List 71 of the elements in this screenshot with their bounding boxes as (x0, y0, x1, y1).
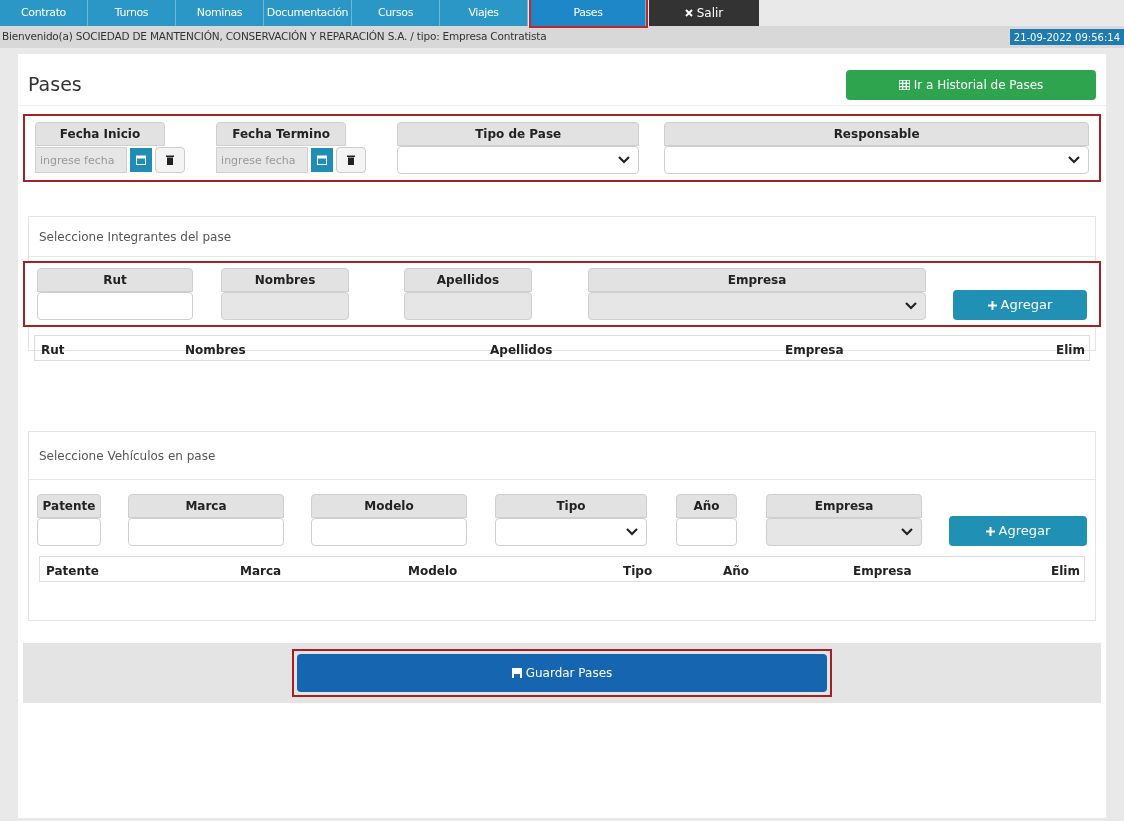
field-label: Empresa (588, 268, 926, 292)
field-label: Modelo (311, 494, 467, 518)
nav-tab[interactable]: Documentación (264, 0, 352, 26)
input-field[interactable] (311, 518, 467, 546)
datetime-badge: 21-09-2022 09:56:14 (1009, 29, 1124, 45)
page-title: Pases (28, 72, 82, 98)
nav-tab[interactable]: Pases (531, 0, 646, 26)
column-header: Apellidos (490, 342, 553, 359)
column-header: Nombres (185, 342, 246, 359)
column-header: Modelo (408, 563, 458, 580)
column-header: Patente (46, 563, 99, 580)
calendar-icon (136, 155, 146, 165)
add-button[interactable]: Agregar (953, 290, 1087, 320)
column-header: Empresa (785, 342, 844, 359)
save-button[interactable]: Guardar Pases (297, 654, 827, 692)
trash-icon (347, 155, 356, 165)
field-label: Nombres (221, 268, 349, 292)
delete-button[interactable] (155, 147, 185, 173)
welcome-text: Bienvenido(a) SOCIEDAD DE MANTENCIÓN, CONSERVACIÓN Y REPARACIÓN S.A. / tipo: Empresa Contratista (2, 29, 547, 45)
date-field[interactable]: ingrese fecha (35, 147, 127, 173)
calendar-icon (317, 155, 328, 165)
nav-tab[interactable]: Cursos (352, 0, 440, 26)
column-header: Rut (41, 342, 65, 359)
field-label: Fecha Termino (216, 122, 347, 146)
chevron-down-icon (901, 528, 913, 536)
delete-button[interactable] (336, 147, 367, 173)
field-label: Tipo (495, 494, 647, 518)
input-field[interactable] (37, 292, 193, 320)
grid-icon (898, 79, 910, 90)
input-field[interactable] (676, 518, 737, 546)
calendar-button[interactable] (130, 148, 152, 172)
section-title: Seleccione Vehículos en pase (39, 447, 216, 465)
column-header: Elim (1056, 342, 1085, 359)
select-field[interactable] (397, 146, 640, 174)
history-button[interactable]: Ir a Historial de Pases (846, 69, 1096, 100)
logout-tab[interactable]: Salir (649, 0, 759, 26)
field-label: Rut (37, 268, 193, 292)
field-label: Año (676, 494, 737, 518)
column-header: Tipo (623, 563, 653, 580)
plus-icon (985, 526, 995, 536)
select-field[interactable] (495, 518, 647, 546)
field-label: Patente (37, 494, 101, 518)
input-field[interactable] (37, 518, 101, 546)
field-label: Responsable (664, 122, 1089, 146)
add-button[interactable]: Agregar (949, 516, 1087, 546)
nav-tab[interactable]: Nominas (176, 0, 264, 26)
section-title: Seleccione Integrantes del pase (39, 228, 232, 246)
select-field[interactable] (664, 146, 1089, 174)
input-field[interactable] (128, 518, 284, 546)
close-icon (684, 9, 693, 17)
nav-tab[interactable]: Contrato (0, 0, 88, 26)
nav-tab[interactable]: Turnos (88, 0, 176, 26)
column-header: Marca (240, 563, 282, 580)
nav-tab[interactable]: Viajes (440, 0, 528, 26)
field-label: Tipo de Pase (397, 122, 640, 146)
column-header: Año (723, 563, 750, 580)
chevron-down-icon (618, 156, 631, 164)
save-icon (511, 668, 522, 678)
trash-icon (166, 155, 174, 165)
field-label: Fecha Inicio (35, 122, 165, 146)
field-label: Marca (128, 494, 284, 518)
field-label: Apellidos (404, 268, 532, 292)
column-header: Empresa (853, 563, 912, 580)
field-label: Empresa (766, 494, 922, 518)
date-field[interactable]: ingrese fecha (216, 147, 309, 173)
calendar-button[interactable] (311, 148, 334, 172)
chevron-down-icon (626, 528, 638, 536)
chevron-down-icon (905, 302, 917, 310)
column-header: Elim (1051, 563, 1080, 580)
chevron-down-icon (1068, 156, 1080, 164)
plus-icon (987, 300, 997, 310)
